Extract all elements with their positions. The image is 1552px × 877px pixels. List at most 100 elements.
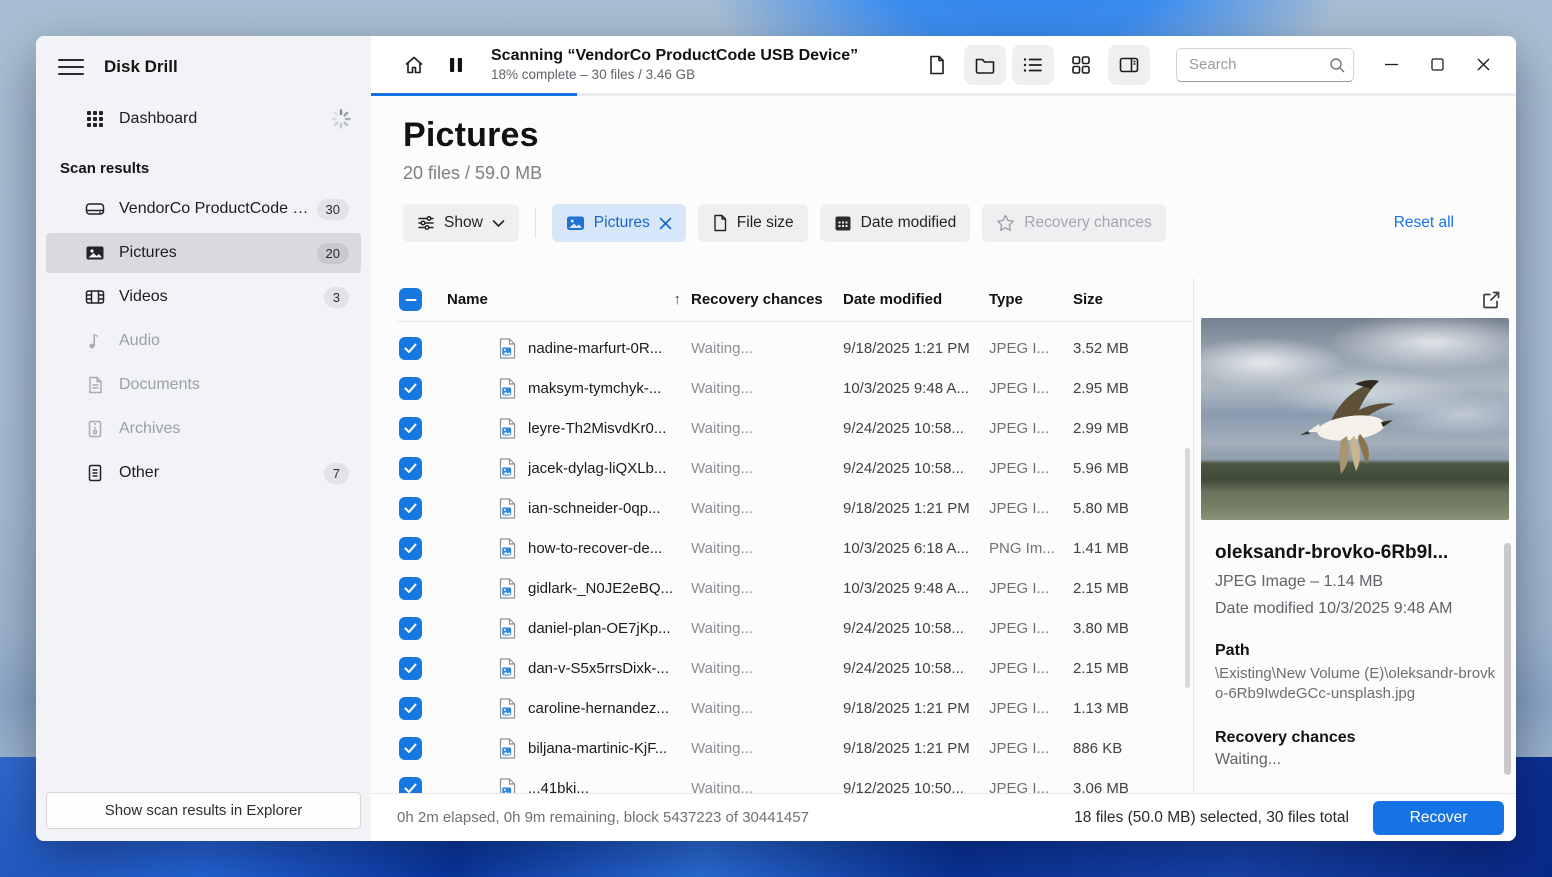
pictures-icon (566, 215, 585, 232)
sidebar-item-audio[interactable]: Audio (46, 321, 361, 361)
preview-image-seagull[interactable] (1201, 318, 1509, 520)
file-type-value: JPEG I... (989, 660, 1073, 677)
row-checkbox[interactable] (399, 537, 422, 560)
preview-file-name: oleksandr-brovko-6Rb9l... (1215, 542, 1503, 564)
table-row[interactable]: daniel-plan-OE7jKp... Waiting... 9/24/20… (397, 608, 1193, 648)
file-size-value: 1.13 MB (1073, 700, 1173, 717)
recovery-chance-value: Waiting... (691, 580, 843, 597)
table-row[interactable]: how-to-recover-de... Waiting... 10/3/202… (397, 528, 1193, 568)
sidebar-item-label: Dashboard (119, 110, 349, 128)
row-checkbox[interactable] (399, 737, 422, 760)
table-scrollbar[interactable] (1185, 448, 1190, 688)
column-header-recovery[interactable]: Recovery chances (691, 291, 843, 308)
file-type-value: JPEG I... (989, 340, 1073, 357)
file-size-value: 2.95 MB (1073, 380, 1173, 397)
table-row[interactable]: ian-schneider-0qp... Waiting... 9/18/202… (397, 488, 1193, 528)
image-file-icon (499, 578, 516, 599)
file-size-value: 5.96 MB (1073, 460, 1173, 477)
minimize-button[interactable] (1368, 46, 1414, 84)
row-checkbox[interactable] (399, 377, 422, 400)
grid-view-button[interactable] (1060, 45, 1102, 85)
file-size-value: 1.41 MB (1073, 540, 1173, 557)
file-size-value: 3.80 MB (1073, 620, 1173, 637)
scan-status-title: Scanning “VendorCo ProductCode USB Devic… (491, 47, 916, 65)
chip-label: File size (737, 214, 794, 232)
sidebar-item-label: Pictures (119, 244, 317, 262)
file-type-value: JPEG I... (989, 460, 1073, 477)
filter-chip-file-size[interactable]: File size (698, 204, 808, 242)
archive-icon (84, 418, 106, 440)
disk-drill-window: Disk Drill Dashboard (36, 36, 1516, 841)
sidebar-item-archives[interactable]: Archives (46, 409, 361, 449)
chevron-down-icon (492, 219, 505, 228)
table-header-row: Name ↑ Recovery chances Date modified Ty… (397, 278, 1193, 322)
table-row[interactable]: jacek-dylag-liQXLb... Waiting... 9/24/20… (397, 448, 1193, 488)
preview-panel: oleksandr-brovko-6Rb9l... JPEG Image – 1… (1194, 278, 1516, 793)
show-filter-dropdown[interactable]: Show (403, 204, 519, 242)
preview-panel-toggle-button[interactable] (1108, 45, 1150, 85)
hamburger-menu-icon[interactable] (58, 56, 84, 78)
column-header-type[interactable]: Type (989, 291, 1073, 308)
row-checkbox[interactable] (399, 777, 422, 794)
filter-chip-recovery-chances[interactable]: Recovery chances (982, 204, 1166, 242)
row-checkbox[interactable] (399, 337, 422, 360)
reset-all-link[interactable]: Reset all (1394, 214, 1454, 232)
row-checkbox[interactable] (399, 617, 422, 640)
file-name: caroline-hernandez... (528, 700, 669, 717)
filter-chip-date-modified[interactable]: Date modified (820, 204, 971, 242)
pause-scan-button[interactable] (435, 45, 477, 85)
recovery-chance-value: Waiting... (691, 780, 843, 794)
sidebar-item-other[interactable]: Other 7 (46, 453, 361, 493)
count-badge: 30 (317, 199, 349, 220)
preview-scrollbar[interactable] (1504, 543, 1511, 775)
row-checkbox[interactable] (399, 457, 422, 480)
table-row[interactable]: dan-v-S5x5rrsDixk-... Waiting... 9/24/20… (397, 648, 1193, 688)
sidebar-item-dashboard[interactable]: Dashboard (36, 98, 371, 140)
file-type-value: JPEG I... (989, 500, 1073, 517)
maximize-button[interactable] (1414, 46, 1460, 84)
recovery-chance-value: Waiting... (691, 660, 843, 677)
close-button[interactable] (1460, 46, 1506, 84)
column-header-size[interactable]: Size (1073, 291, 1173, 308)
list-view-button[interactable] (1012, 45, 1054, 85)
row-checkbox[interactable] (399, 497, 422, 520)
sidebar-item-vendorco-device[interactable]: VendorCo ProductCode US... 30 (46, 189, 361, 229)
close-icon[interactable] (659, 217, 672, 230)
recovery-chance-value: Waiting... (691, 620, 843, 637)
sort-ascending-icon[interactable]: ↑ (674, 291, 682, 308)
row-checkbox[interactable] (399, 657, 422, 680)
row-checkbox[interactable] (399, 417, 422, 440)
table-row[interactable]: leyre-Th2MisvdKr0... Waiting... 9/24/202… (397, 408, 1193, 448)
preview-type-size: JPEG Image – 1.14 MB (1215, 573, 1503, 591)
external-link-icon[interactable] (1481, 290, 1501, 310)
file-type-value: JPEG I... (989, 700, 1073, 717)
column-header-name[interactable]: Name (447, 291, 488, 308)
file-type-value: JPEG I... (989, 580, 1073, 597)
table-row[interactable]: maksym-tymchyk-... Waiting... 10/3/2025 … (397, 368, 1193, 408)
file-name: biljana-martinic-KjF... (528, 740, 667, 757)
date-modified-value: 9/18/2025 1:21 PM (843, 340, 989, 357)
home-button[interactable] (393, 45, 435, 85)
new-file-button[interactable] (916, 45, 958, 85)
filter-chip-pictures[interactable]: Pictures (552, 204, 686, 242)
sidebar-item-videos[interactable]: Videos 3 (46, 277, 361, 317)
recover-button[interactable]: Recover (1373, 801, 1504, 835)
column-header-date[interactable]: Date modified (843, 291, 989, 308)
show-in-explorer-button[interactable]: Show scan results in Explorer (46, 792, 361, 829)
table-row[interactable]: gidlark-_N0JE2eBQ... Waiting... 10/3/202… (397, 568, 1193, 608)
film-icon (84, 286, 106, 308)
recovery-chance-value: Waiting... (691, 380, 843, 397)
select-all-checkbox[interactable] (399, 288, 422, 311)
date-modified-value: 9/18/2025 1:21 PM (843, 500, 989, 517)
table-row[interactable]: caroline-hernandez... Waiting... 9/18/20… (397, 688, 1193, 728)
table-row[interactable]: ...41bki... Waiting... 9/12/2025 10:50..… (397, 768, 1193, 793)
sidebar-item-pictures[interactable]: Pictures 20 (46, 233, 361, 273)
table-row[interactable]: biljana-martinic-KjF... Waiting... 9/18/… (397, 728, 1193, 768)
file-name: gidlark-_N0JE2eBQ... (528, 580, 673, 597)
folder-view-button[interactable] (964, 45, 1006, 85)
table-row[interactable]: nadine-marfurt-0R... Waiting... 9/18/202… (397, 328, 1193, 368)
row-checkbox[interactable] (399, 577, 422, 600)
sidebar-item-documents[interactable]: Documents (46, 365, 361, 405)
date-modified-value: 9/24/2025 10:58... (843, 660, 989, 677)
row-checkbox[interactable] (399, 697, 422, 720)
